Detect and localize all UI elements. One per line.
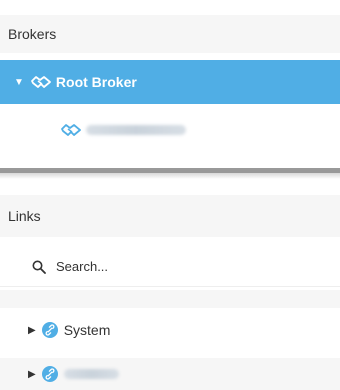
search-icon <box>32 260 46 274</box>
handshake-icon <box>31 76 51 88</box>
links-search-box[interactable] <box>0 247 340 287</box>
link-icon <box>41 366 58 382</box>
tree-item-root-broker[interactable]: ▼ Root Broker <box>0 60 340 104</box>
system-link-label: System <box>63 322 111 338</box>
links-header-label: Links <box>8 208 41 224</box>
link-icon <box>41 322 58 338</box>
tree-item-system-link[interactable]: ▶ System <box>0 312 340 348</box>
divider-shadow <box>0 173 340 179</box>
sidebar-panel: Brokers ▼ Root Broker Links ▶ <box>0 0 340 390</box>
handshake-icon <box>61 124 81 136</box>
tree-item-link-redacted[interactable]: ▶ <box>0 358 340 390</box>
section-spacer <box>0 290 340 308</box>
caret-down-icon[interactable]: ▼ <box>14 77 24 88</box>
brokers-header-label: Brokers <box>8 26 57 42</box>
root-broker-label: Root Broker <box>55 74 137 90</box>
child-broker-label-redacted <box>86 125 186 135</box>
tree-item-child-broker[interactable] <box>0 104 340 156</box>
search-input[interactable] <box>54 258 258 275</box>
brokers-section-header: Brokers <box>0 15 340 53</box>
links-section-header: Links <box>0 195 340 237</box>
caret-right-icon[interactable]: ▶ <box>28 325 36 336</box>
link-label-redacted <box>63 369 119 379</box>
caret-right-icon[interactable]: ▶ <box>28 369 36 380</box>
